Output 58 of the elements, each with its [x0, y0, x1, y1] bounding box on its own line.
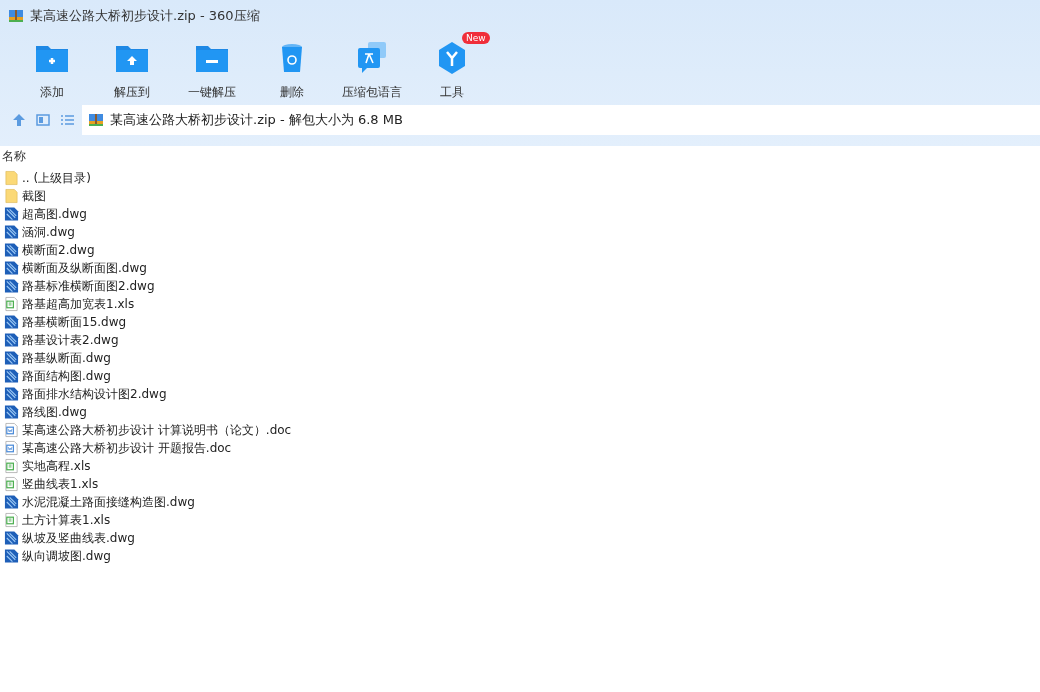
column-header[interactable]: 名称	[0, 146, 1040, 169]
file-name[interactable]: 截图	[22, 187, 46, 205]
drawing-file-icon	[4, 530, 19, 546]
toolbar-button[interactable]: 压缩包语言	[332, 32, 412, 104]
spreadsheet-file-icon	[4, 476, 19, 492]
file-name[interactable]: 某高速公路大桥初步设计 计算说明书（论文）.doc	[22, 421, 292, 439]
spreadsheet-file-icon	[4, 296, 19, 312]
drawing-file-icon	[4, 260, 19, 276]
toolbar-button[interactable]: 添加	[12, 32, 92, 104]
drawing-file-icon	[4, 314, 19, 330]
file-name[interactable]: 横断面2.dwg	[22, 241, 95, 259]
document-file-icon	[4, 422, 19, 438]
drawing-file-icon	[4, 206, 19, 222]
file-name[interactable]: 超高图.dwg	[22, 205, 87, 223]
drawing-file-icon	[4, 548, 19, 564]
new-badge: New	[462, 32, 490, 44]
toolbar-button[interactable]: 删除	[252, 32, 332, 104]
folder-icon	[4, 170, 19, 186]
toolbar-button[interactable]: 工具 New	[412, 32, 492, 104]
drawing-file-icon	[4, 386, 19, 402]
drawing-file-icon	[4, 242, 19, 258]
document-file-icon	[4, 440, 19, 456]
file-name[interactable]: 路面结构图.dwg	[22, 367, 111, 385]
file-name[interactable]: 路面排水结构设计图2.dwg	[22, 385, 167, 403]
file-name[interactable]: 纵坡及竖曲线表.dwg	[22, 529, 135, 547]
drawing-file-icon	[4, 350, 19, 366]
drawing-file-icon	[4, 494, 19, 510]
file-name[interactable]: 路基设计表2.dwg	[22, 331, 119, 349]
window-title: 某高速公路大桥初步设计.zip - 360压缩	[30, 7, 260, 25]
file-name[interactable]: 路基横断面15.dwg	[22, 313, 127, 331]
file-name[interactable]: 土方计算表1.xls	[22, 511, 111, 529]
file-name[interactable]: 路基纵断面.dwg	[22, 349, 111, 367]
spreadsheet-file-icon	[4, 458, 19, 474]
file-name[interactable]: 横断面及纵断面图.dwg	[22, 259, 147, 277]
view-icon[interactable]	[34, 111, 52, 129]
address-text: 某高速公路大桥初步设计.zip - 解包大小为 6.8 MB	[110, 111, 403, 129]
file-name[interactable]: 实地高程.xls	[22, 457, 91, 475]
drawing-file-icon	[4, 368, 19, 384]
file-name[interactable]: 路基标准横断面图2.dwg	[22, 277, 155, 295]
drawing-file-icon	[4, 278, 19, 294]
toolbar-button[interactable]: 解压到	[92, 32, 172, 104]
folder-icon	[4, 188, 19, 204]
file-name[interactable]: 路线图.dwg	[22, 403, 87, 421]
drawing-file-icon	[4, 224, 19, 240]
drawing-file-icon	[4, 404, 19, 420]
archive-icon	[8, 8, 24, 24]
file-name[interactable]: 路基超高加宽表1.xls	[22, 295, 135, 313]
spreadsheet-file-icon	[4, 512, 19, 528]
file-name[interactable]: 某高速公路大桥初步设计 开题报告.doc	[22, 439, 232, 457]
file-name[interactable]: .. (上级目录)	[22, 169, 91, 187]
address-bar[interactable]: 某高速公路大桥初步设计.zip - 解包大小为 6.8 MB	[82, 105, 1040, 135]
file-name[interactable]: 水泥混凝土路面接缝构造图.dwg	[22, 493, 195, 511]
file-name[interactable]: 纵向调坡图.dwg	[22, 547, 111, 565]
toolbar-button[interactable]: 一键解压	[172, 32, 252, 104]
file-name[interactable]: 竖曲线表1.xls	[22, 475, 99, 493]
drawing-file-icon	[4, 332, 19, 348]
archive-icon	[88, 112, 104, 128]
file-name[interactable]: 涵洞.dwg	[22, 223, 75, 241]
